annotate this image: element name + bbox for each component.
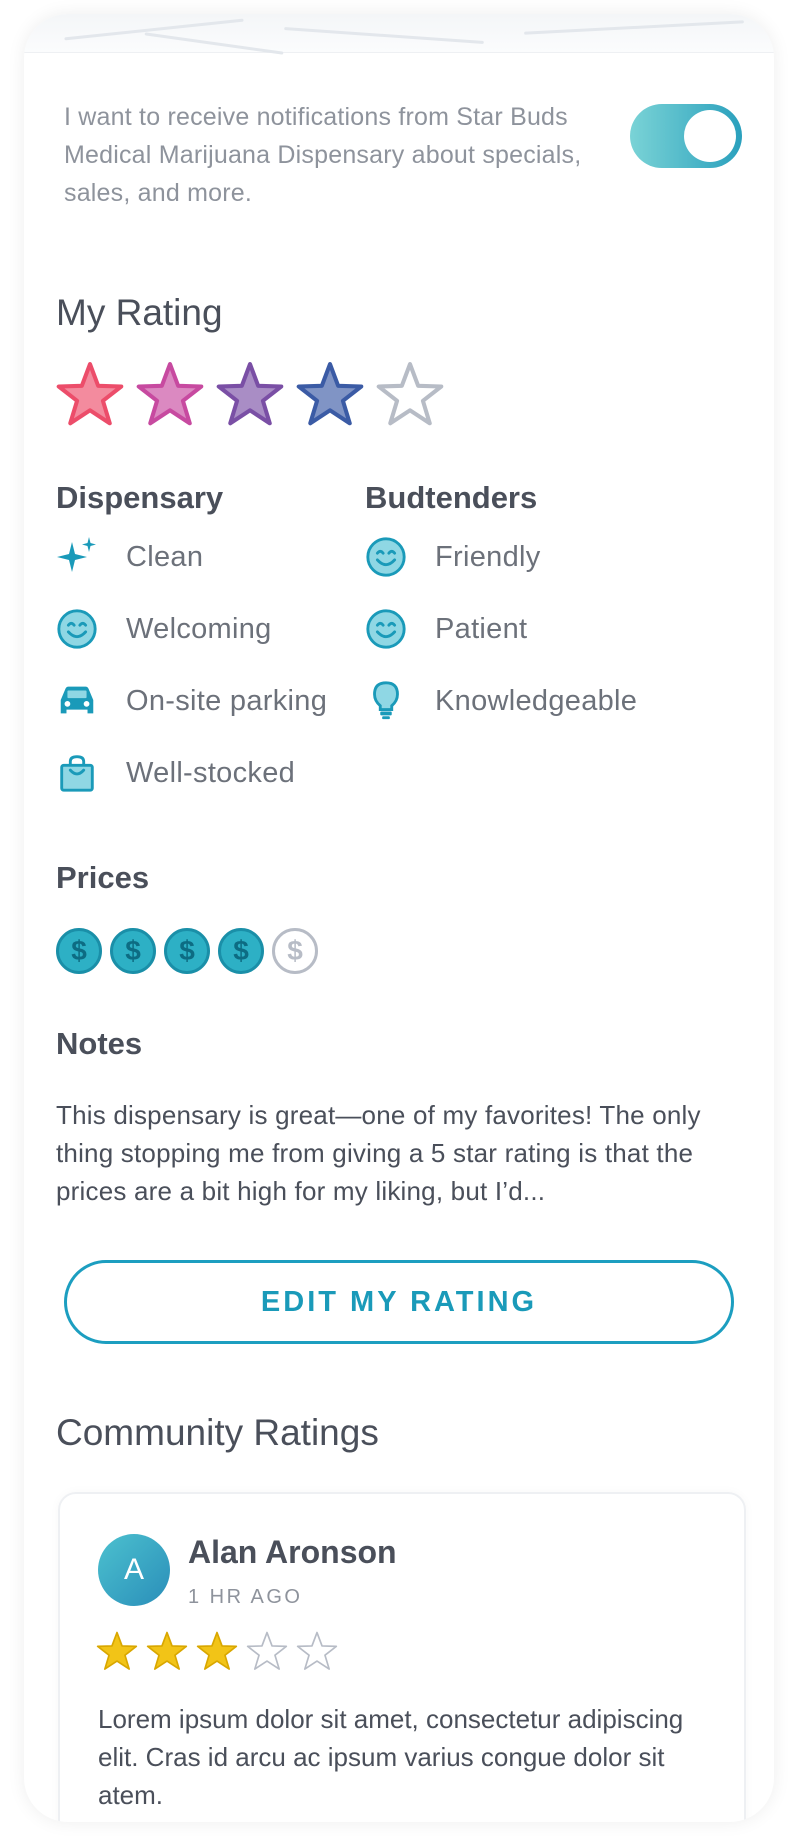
price-coin-4-icon[interactable]: $ — [218, 928, 264, 974]
feature-label: Patient — [435, 612, 528, 645]
feature-patient[interactable]: Patient — [363, 606, 527, 652]
rating-star-3-icon[interactable] — [216, 360, 284, 428]
reviewer-name[interactable]: Alan Aronson — [188, 1534, 397, 1571]
review-star-5-icon — [296, 1631, 338, 1670]
notification-toggle[interactable] — [630, 104, 742, 168]
review-star-2-icon — [146, 1631, 188, 1670]
feature-knowledgeable[interactable]: Knowledgeable — [363, 678, 637, 724]
review-star-4-icon — [246, 1631, 288, 1670]
smiley-icon — [363, 606, 409, 652]
my-rating-heading: My Rating — [56, 292, 223, 333]
notification-consent-text: I want to receive notifications from Sta… — [64, 103, 582, 207]
smiley-icon — [54, 606, 100, 652]
feature-label: Welcoming — [126, 612, 272, 645]
sparkle-icon — [54, 534, 100, 580]
rating-star-2-icon[interactable] — [136, 360, 204, 428]
rating-star-1-icon[interactable] — [56, 360, 124, 428]
prices-heading: Prices — [56, 860, 150, 895]
rating-star-4-icon[interactable] — [296, 360, 364, 428]
feature-parking[interactable]: On-site parking — [54, 678, 327, 724]
lightbulb-icon — [363, 678, 409, 724]
price-coin-3-icon[interactable]: $ — [164, 928, 210, 974]
review-stars — [96, 1630, 338, 1672]
feature-friendly[interactable]: Friendly — [363, 534, 541, 580]
community-ratings-heading: Community Ratings — [56, 1412, 379, 1453]
avatar[interactable]: A — [98, 1534, 170, 1606]
notes-heading: Notes — [56, 1026, 143, 1061]
toggle-knob — [684, 110, 736, 162]
review-text: Lorem ipsum dolor sit amet, consectetur … — [98, 1704, 684, 1810]
feature-welcoming[interactable]: Welcoming — [54, 606, 272, 652]
review-star-3-icon — [196, 1631, 238, 1670]
budtenders-heading: Budtenders — [365, 480, 538, 515]
review-star-1-icon — [96, 1631, 138, 1670]
feature-well-stocked[interactable]: Well-stocked — [54, 750, 295, 796]
review-card: A Alan Aronson 1 HR AGO Lorem ipsum dolo… — [58, 1492, 746, 1822]
price-coin-1-icon[interactable]: $ — [56, 928, 102, 974]
shopping-bag-icon — [54, 750, 100, 796]
feature-label: On-site parking — [126, 684, 328, 717]
dispensary-rating-card: I want to receive notifications from Sta… — [24, 14, 774, 1822]
price-rating: $ $ $ $ $ — [56, 928, 318, 974]
map-preview-strip — [24, 14, 774, 55]
feature-clean[interactable]: Clean — [54, 534, 203, 580]
price-coin-5-icon[interactable]: $ — [272, 928, 318, 974]
dispensary-heading: Dispensary — [56, 480, 224, 515]
car-icon — [54, 678, 100, 724]
rating-star-5-icon[interactable] — [376, 360, 444, 428]
edit-my-rating-button[interactable]: EDIT MY RATING — [64, 1260, 734, 1344]
price-coin-2-icon[interactable]: $ — [110, 928, 156, 974]
feature-label: Friendly — [435, 540, 541, 573]
review-timestamp: 1 HR AGO — [188, 1586, 303, 1608]
my-rating-stars — [56, 360, 444, 428]
feature-label: Well-stocked — [126, 756, 296, 789]
feature-label: Clean — [126, 540, 204, 573]
feature-label: Knowledgeable — [435, 684, 638, 717]
smiley-icon — [363, 534, 409, 580]
notes-text: This dispensary is great—one of my favor… — [56, 1100, 701, 1206]
